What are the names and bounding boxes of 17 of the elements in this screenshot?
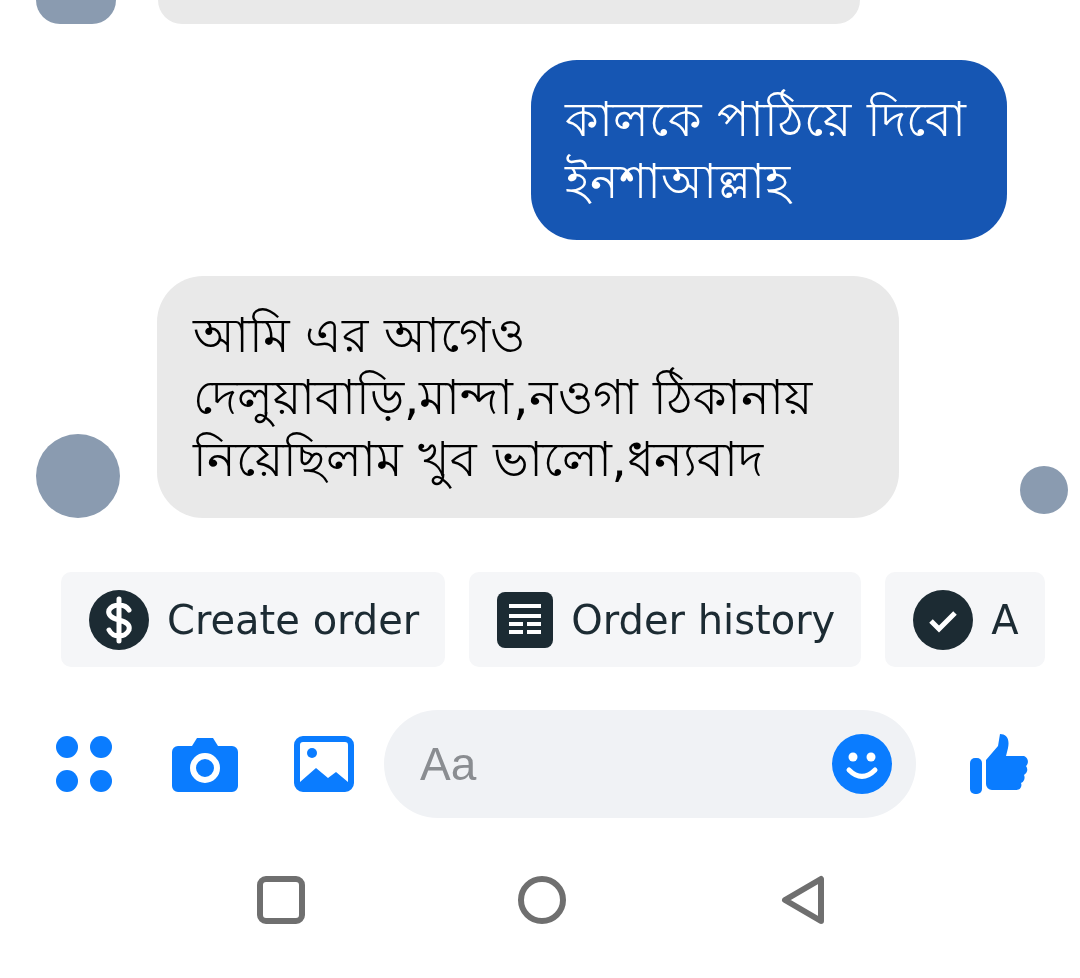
quick-reply-button[interactable]: Create order [61,572,446,667]
received-message-bubble: আমি এর আগেও দেলুয়াবাড়ি,মান্দা,নওগা ঠিকানায় নিয়েছিলাম খুব ভালো,ধন্যবাদ [157,276,899,518]
square-nav-icon[interactable] [257,876,305,924]
image-icon[interactable] [294,736,354,792]
dollar-icon [89,589,149,650]
message-input-field[interactable]: Aa [384,710,916,818]
apps-icon[interactable] [56,736,112,792]
back-triangle-icon[interactable] [779,875,825,925]
seen-avatar [1020,466,1068,514]
check-icon [913,589,974,650]
sent-message-bubble: কালকে পাঠিয়ে দিবো ইনশাআল্লাহ [531,60,1007,240]
list-icon [497,591,554,648]
emoji-icon[interactable] [832,734,892,794]
camera-icon[interactable] [172,736,238,792]
home-circle-icon[interactable] [517,875,567,925]
quick-reply-button[interactable]: A [885,572,1045,667]
quick-reply-button[interactable]: Order history [469,572,862,667]
